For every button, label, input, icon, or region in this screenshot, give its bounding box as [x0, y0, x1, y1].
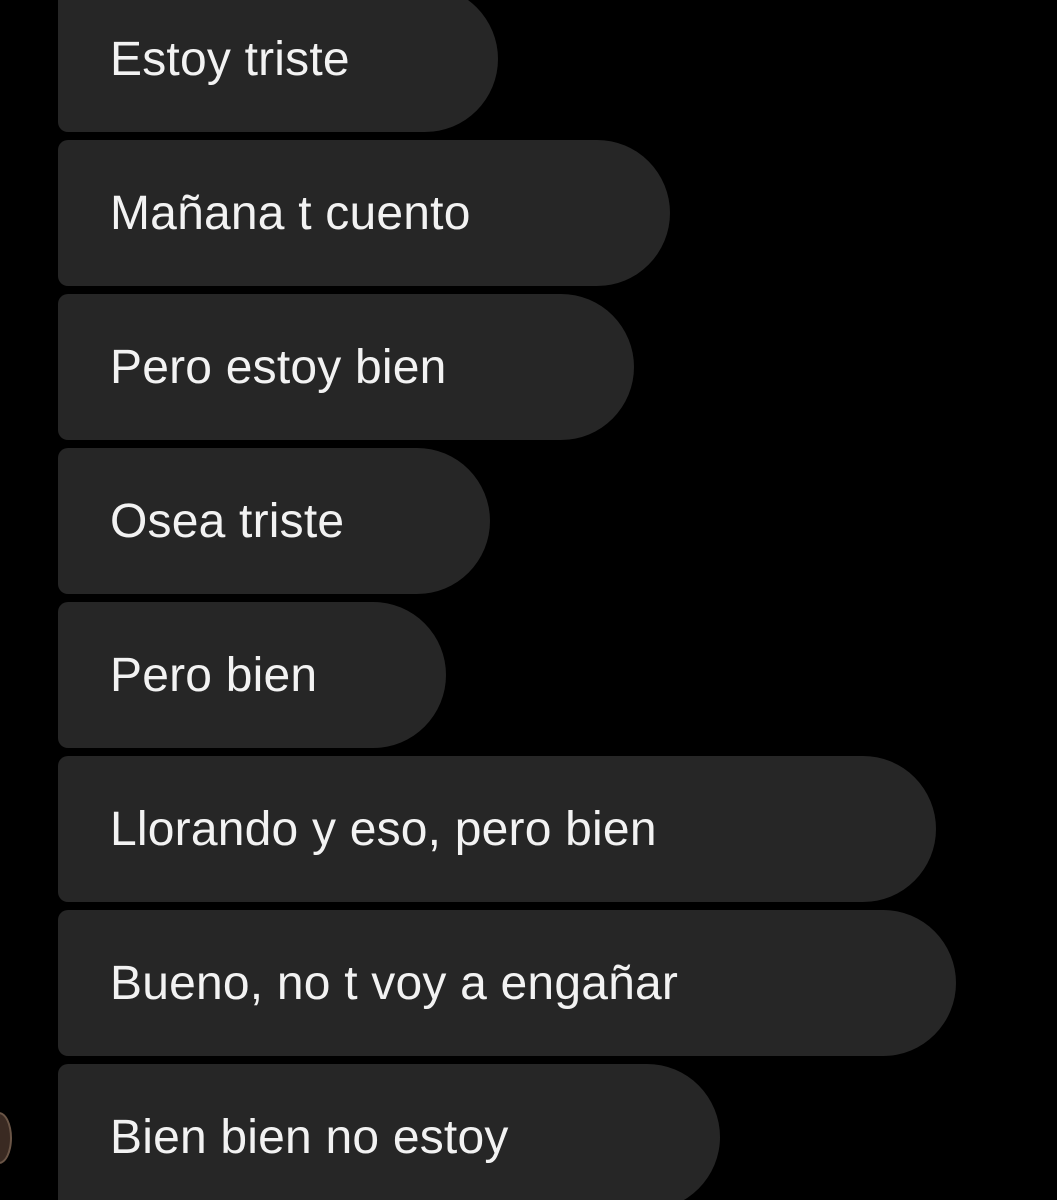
message-bubble[interactable]: Estoy triste — [58, 0, 498, 132]
message-bubble[interactable]: Bien bien no estoy — [58, 1064, 720, 1200]
message-text: Pero estoy bien — [110, 340, 447, 394]
chat-screen: Estoy triste Mañana t cuento Pero estoy … — [0, 0, 1057, 1200]
message-text: Osea triste — [110, 494, 345, 548]
message-bubble[interactable]: Pero estoy bien — [58, 294, 634, 440]
message-text: Llorando y eso, pero bien — [110, 802, 657, 856]
message-text: Pero bien — [110, 648, 318, 702]
message-text: Bueno, no t voy a engañar — [110, 956, 679, 1010]
message-bubble[interactable]: Pero bien — [58, 602, 446, 748]
message-text: Bien bien no estoy — [110, 1110, 509, 1164]
message-text: Estoy triste — [110, 32, 350, 86]
message-bubble[interactable]: Bueno, no t voy a engañar — [58, 910, 956, 1056]
message-bubble[interactable]: Llorando y eso, pero bien — [58, 756, 936, 902]
sender-avatar[interactable] — [0, 1112, 12, 1164]
message-bubble[interactable]: Mañana t cuento — [58, 140, 670, 286]
message-bubble[interactable]: Osea triste — [58, 448, 490, 594]
message-text: Mañana t cuento — [110, 186, 471, 240]
